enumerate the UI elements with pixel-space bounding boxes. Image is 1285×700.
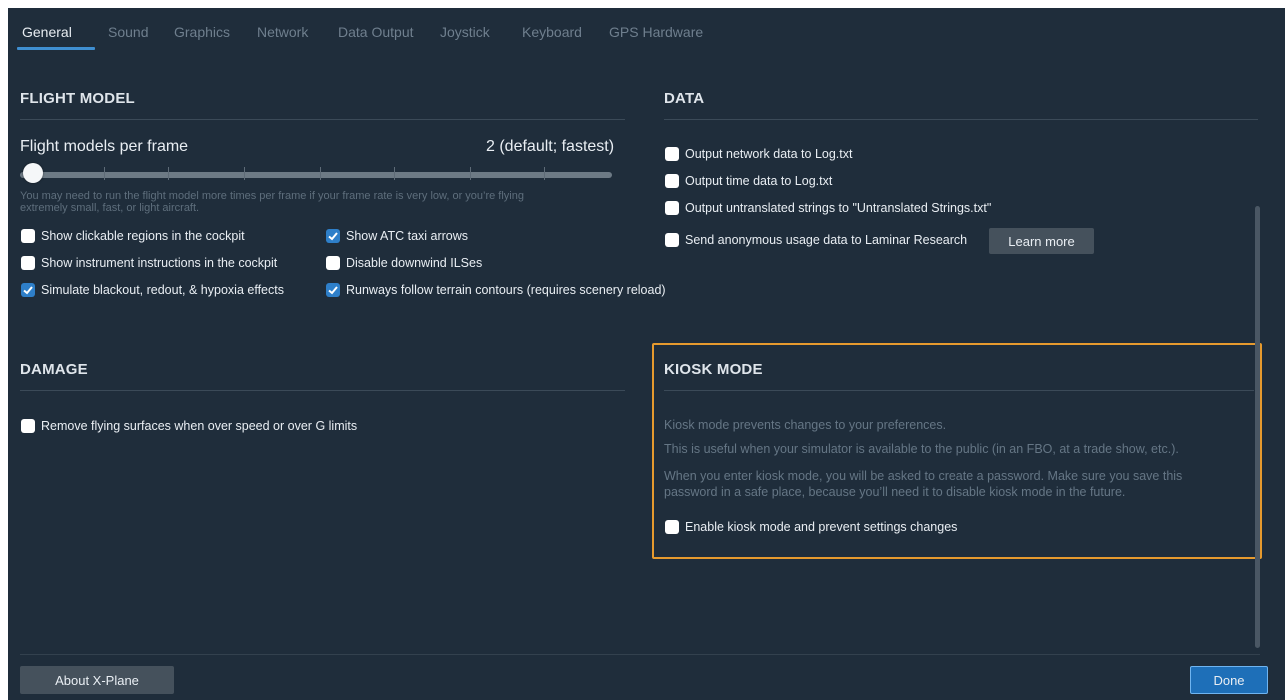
damage-divider	[20, 390, 625, 391]
kiosk-divider	[664, 390, 1254, 391]
checkbox-box[interactable]	[21, 256, 35, 270]
damage-title: DAMAGE	[20, 361, 88, 378]
checkbox-box[interactable]	[21, 283, 35, 297]
checkmark-icon	[328, 286, 338, 295]
checkbox-send-usage-data[interactable]: Send anonymous usage data to Laminar Res…	[665, 233, 967, 247]
checkbox-output-time-data[interactable]: Output time data to Log.txt	[665, 174, 832, 188]
tab-bar: General Sound Graphics Network Data Outp…	[8, 8, 1285, 54]
checkbox-box[interactable]	[665, 147, 679, 161]
checkbox-label: Disable downwind ILSes	[346, 256, 483, 270]
scrollbar-thumb[interactable]	[1255, 206, 1260, 648]
checkbox-label: Show ATC taxi arrows	[346, 229, 469, 243]
tab-general[interactable]: General	[22, 24, 72, 40]
flight-models-per-frame-label: Flight models per frame	[20, 138, 189, 155]
flight-model-note-line2: extremely small, fast, or light aircraft…	[20, 202, 200, 214]
about-xplane-button[interactable]: About X-Plane	[20, 666, 174, 694]
checkbox-label: Enable kiosk mode and prevent settings c…	[685, 520, 958, 534]
settings-window: General Sound Graphics Network Data Outp…	[8, 8, 1285, 700]
tab-joystick[interactable]: Joystick	[440, 24, 490, 40]
kiosk-text-3-line2: password in a safe place, because you’ll…	[664, 485, 1126, 499]
checkbox-show-clickable-regions[interactable]: Show clickable regions in the cockpit	[21, 229, 245, 243]
slider-tick	[244, 167, 245, 180]
checkbox-label: Output network data to Log.txt	[685, 147, 853, 161]
checkbox-label: Output time data to Log.txt	[685, 174, 833, 188]
checkbox-box[interactable]	[21, 229, 35, 243]
slider-track[interactable]	[20, 172, 612, 178]
checkbox-label: Runways follow terrain contours (require…	[346, 283, 666, 297]
checkmark-icon	[23, 286, 33, 295]
learn-more-button[interactable]: Learn more	[989, 228, 1094, 254]
flight-model-divider	[20, 119, 625, 120]
kiosk-text-3-line1: When you enter kiosk mode, you will be a…	[664, 469, 1183, 483]
flight-model-title: FLIGHT MODEL	[20, 90, 135, 107]
checkbox-label: Show instrument instructions in the cock…	[41, 256, 278, 270]
kiosk-text-1: Kiosk mode prevents changes to your pref…	[664, 418, 947, 432]
checkbox-show-instrument-instructions[interactable]: Show instrument instructions in the cock…	[21, 256, 277, 270]
checkbox-remove-flying-surfaces[interactable]: Remove flying surfaces when over speed o…	[21, 419, 357, 433]
data-divider	[664, 119, 1258, 120]
checkbox-box[interactable]	[21, 419, 35, 433]
slider-tick	[470, 167, 471, 180]
checkbox-label: Simulate blackout, redout, & hypoxia eff…	[41, 283, 284, 297]
active-tab-indicator	[17, 47, 95, 50]
checkmark-icon	[328, 232, 338, 241]
slider-tick	[394, 167, 395, 180]
slider-tick	[320, 167, 321, 180]
checkbox-runways-follow-terrain[interactable]: Runways follow terrain contours (require…	[326, 283, 666, 297]
checkbox-label: Output untranslated strings to "Untransl…	[685, 201, 992, 215]
checkbox-box[interactable]	[326, 256, 340, 270]
slider-tick	[104, 167, 105, 180]
checkbox-box[interactable]	[665, 233, 679, 247]
checkbox-label: Show clickable regions in the cockpit	[41, 229, 245, 243]
checkbox-box[interactable]	[326, 283, 340, 297]
checkbox-disable-downwind-ilses[interactable]: Disable downwind ILSes	[326, 256, 482, 270]
kiosk-mode-title: KIOSK MODE	[664, 361, 763, 378]
tab-data-output[interactable]: Data Output	[338, 24, 414, 40]
flight-model-note-line1: You may need to run the flight model mor…	[20, 190, 524, 202]
checkbox-box[interactable]	[665, 201, 679, 215]
flight-models-per-frame-value: 2 (default; fastest)	[486, 138, 615, 155]
done-button[interactable]: Done	[1190, 666, 1268, 694]
slider-tick	[168, 167, 169, 180]
checkbox-simulate-blackout[interactable]: Simulate blackout, redout, & hypoxia eff…	[21, 283, 284, 297]
checkbox-output-network-data[interactable]: Output network data to Log.txt	[665, 147, 852, 161]
checkbox-box[interactable]	[665, 520, 679, 534]
checkbox-box[interactable]	[665, 174, 679, 188]
checkbox-box[interactable]	[326, 229, 340, 243]
tab-network[interactable]: Network	[257, 24, 308, 40]
checkbox-enable-kiosk-mode[interactable]: Enable kiosk mode and prevent settings c…	[665, 520, 957, 534]
checkbox-show-atc-taxi-arrows[interactable]: Show ATC taxi arrows	[326, 229, 468, 243]
tab-gps-hardware[interactable]: GPS Hardware	[609, 24, 703, 40]
checkbox-output-untranslated-strings[interactable]: Output untranslated strings to "Untransl…	[665, 201, 991, 215]
kiosk-text-2: This is useful when your simulator is av…	[664, 442, 1179, 456]
slider-knob[interactable]	[23, 163, 43, 183]
tab-sound[interactable]: Sound	[108, 24, 148, 40]
tab-keyboard[interactable]: Keyboard	[522, 24, 582, 40]
checkbox-label: Send anonymous usage data to Laminar Res…	[685, 233, 968, 247]
slider-tick	[544, 167, 545, 180]
footer-divider	[20, 654, 1260, 655]
data-section-title: DATA	[664, 90, 705, 107]
checkbox-label: Remove flying surfaces when over speed o…	[41, 419, 358, 433]
tab-graphics[interactable]: Graphics	[174, 24, 230, 40]
